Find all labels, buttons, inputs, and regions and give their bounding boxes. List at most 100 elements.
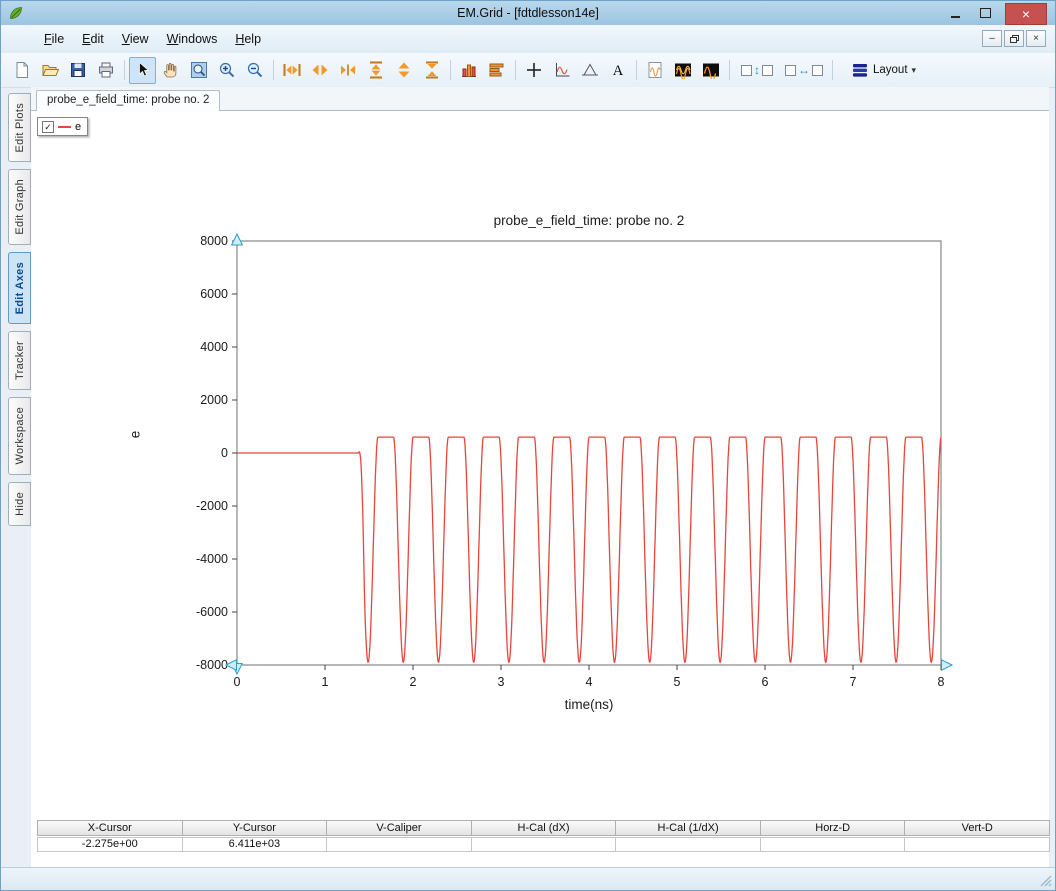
open-folder-icon bbox=[41, 61, 59, 79]
bar-graph-icon bbox=[460, 61, 478, 79]
svg-text:6: 6 bbox=[762, 675, 769, 689]
readout-value-h-cal-1dx bbox=[615, 837, 761, 852]
pan-hand-button[interactable] bbox=[157, 57, 184, 84]
toolbar-separator bbox=[450, 60, 451, 80]
chevron-down-icon: ▾ bbox=[912, 65, 917, 76]
close-button[interactable]: × bbox=[1005, 3, 1047, 25]
sidebar-tab-label: Tracker bbox=[14, 341, 26, 380]
dual-waveform-button[interactable] bbox=[669, 57, 696, 84]
sidebar-tab-edit-axes[interactable]: Edit Axes bbox=[8, 252, 31, 324]
mdi-restore-button[interactable] bbox=[1004, 30, 1024, 47]
fit-x-axis-icon bbox=[283, 61, 301, 79]
new-document-button[interactable] bbox=[8, 57, 35, 84]
svg-text:2: 2 bbox=[410, 675, 417, 689]
sidebar-tab-label: Edit Axes bbox=[14, 262, 26, 314]
toolbar-separator bbox=[636, 60, 637, 80]
sidebar-tab-label: Edit Graph bbox=[14, 179, 26, 235]
readout-header-v-caliper: V-Caliper bbox=[326, 820, 472, 836]
open-file-button[interactable] bbox=[36, 57, 63, 84]
horizontal-bars-button[interactable] bbox=[483, 57, 510, 84]
svg-text:8: 8 bbox=[938, 675, 945, 689]
chart-title: probe_e_field_time: probe no. 2 bbox=[237, 213, 941, 228]
save-button[interactable] bbox=[64, 57, 91, 84]
readout-header-y-cursor: Y-Cursor bbox=[182, 820, 328, 836]
svg-text:A: A bbox=[612, 63, 623, 79]
cursor-readout-table: X-Cursor Y-Cursor V-Caliper H-Cal (dX) H… bbox=[37, 820, 1049, 852]
text-letter-icon: A bbox=[609, 61, 627, 79]
minimize-button[interactable] bbox=[942, 3, 969, 23]
fit-x-axis-button[interactable] bbox=[278, 57, 305, 84]
legend-panel[interactable]: ✓ e bbox=[37, 117, 88, 136]
toolbar-separator bbox=[729, 60, 730, 80]
sidebar-tab-edit-plots[interactable]: Edit Plots bbox=[8, 93, 31, 162]
compress-x-axis-button[interactable] bbox=[334, 57, 361, 84]
sidebar-tab-workspace[interactable]: Workspace bbox=[8, 397, 31, 475]
mdi-close-button[interactable]: × bbox=[1026, 30, 1046, 47]
svg-text:-2000: -2000 bbox=[196, 499, 228, 513]
menu-windows[interactable]: Windows bbox=[158, 28, 227, 50]
scroll-y-axis-icon bbox=[395, 61, 413, 79]
restore-icon bbox=[1010, 35, 1019, 43]
legend-series-label: e bbox=[75, 121, 81, 133]
svg-text:0: 0 bbox=[221, 446, 228, 460]
delta-caliper-button[interactable] bbox=[576, 57, 603, 84]
svg-text:1: 1 bbox=[322, 675, 329, 689]
sidebar-tab-label: Hide bbox=[14, 492, 26, 516]
menu-edit[interactable]: Edit bbox=[73, 28, 113, 50]
scroll-y-axis-button[interactable] bbox=[390, 57, 417, 84]
sidebar-tab-tracker[interactable]: Tracker bbox=[8, 331, 31, 390]
dual-waveform-icon bbox=[674, 61, 692, 79]
arrange-horizontal-button[interactable]: ↔ bbox=[781, 57, 827, 84]
layout-stack-icon bbox=[851, 61, 869, 79]
fit-y-axis-button[interactable] bbox=[362, 57, 389, 84]
zoom-window-button[interactable] bbox=[185, 57, 212, 84]
document-tab[interactable]: probe_e_field_time: probe no. 2 bbox=[36, 90, 220, 111]
cursor-arrow-icon bbox=[134, 61, 152, 79]
plot-area[interactable]: -8000-6000-4000-200002000400060008000012… bbox=[177, 233, 967, 708]
sidebar-tab-hide[interactable]: Hide bbox=[8, 482, 31, 526]
scroll-x-axis-icon bbox=[311, 61, 329, 79]
legend-checkbox[interactable]: ✓ bbox=[42, 121, 54, 133]
cross-marker-button[interactable] bbox=[520, 57, 547, 84]
mdi-minimize-button[interactable]: – bbox=[982, 30, 1002, 47]
select-cursor-button[interactable] bbox=[129, 57, 156, 84]
axes-curve-icon bbox=[553, 61, 571, 79]
compress-y-axis-button[interactable] bbox=[418, 57, 445, 84]
arrange-vertical-button[interactable]: ↕ bbox=[734, 57, 780, 84]
zoom-in-icon bbox=[218, 61, 236, 79]
app-logo-leaf-icon bbox=[8, 5, 24, 21]
hand-icon bbox=[162, 61, 180, 79]
sidebar-tab-edit-graph[interactable]: Edit Graph bbox=[8, 169, 31, 245]
plot-box-icon bbox=[762, 65, 773, 76]
toolbar: A ↕ ↔ Layout ▾ bbox=[1, 53, 1055, 88]
menu-view[interactable]: View bbox=[113, 28, 158, 50]
menu-help[interactable]: Help bbox=[226, 28, 270, 50]
menubar: File Edit View Windows Help bbox=[1, 25, 1055, 53]
single-waveform-button[interactable] bbox=[697, 57, 724, 84]
compress-x-axis-icon bbox=[339, 61, 357, 79]
toolbar-separator bbox=[124, 60, 125, 80]
maximize-button[interactable] bbox=[972, 3, 999, 23]
svg-text:5: 5 bbox=[674, 675, 681, 689]
zoom-out-button[interactable] bbox=[241, 57, 268, 84]
y-axis-label: e bbox=[127, 431, 142, 439]
sidebar-tab-label: Edit Plots bbox=[14, 103, 26, 152]
add-text-button[interactable]: A bbox=[604, 57, 631, 84]
svg-text:7: 7 bbox=[850, 675, 857, 689]
sidebar-tab-label: Workspace bbox=[14, 407, 26, 465]
toolbar-separator bbox=[515, 60, 516, 80]
zoom-in-button[interactable] bbox=[213, 57, 240, 84]
readout-value-horz-d bbox=[760, 837, 906, 852]
print-button[interactable] bbox=[92, 57, 119, 84]
svg-text:-4000: -4000 bbox=[196, 552, 228, 566]
menu-file[interactable]: File bbox=[35, 28, 73, 50]
axes-curve-button[interactable] bbox=[548, 57, 575, 84]
scroll-x-axis-button[interactable] bbox=[306, 57, 333, 84]
svg-text:-6000: -6000 bbox=[196, 605, 228, 619]
layout-menu-button[interactable]: Layout ▾ bbox=[843, 57, 924, 84]
readout-value-vert-d bbox=[904, 837, 1050, 852]
resize-grip-icon[interactable] bbox=[1039, 874, 1052, 887]
page-waveform-button[interactable] bbox=[641, 57, 668, 84]
bar-graph-button[interactable] bbox=[455, 57, 482, 84]
readout-header-h-cal-dx: H-Cal (dX) bbox=[471, 820, 617, 836]
